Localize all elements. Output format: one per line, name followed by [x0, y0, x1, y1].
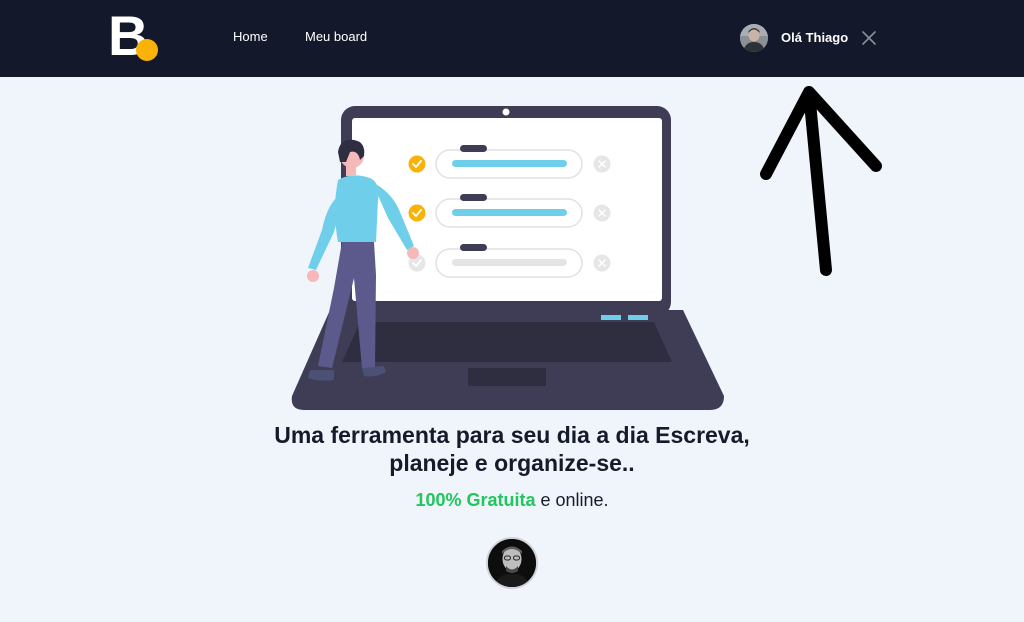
laptop-keyboard: [342, 322, 672, 362]
user-greeting: Olá Thiago: [781, 30, 849, 45]
task-tag: [460, 145, 487, 152]
laptop-key-light: [601, 315, 621, 320]
task-tag: [460, 244, 487, 251]
check-icon: [408, 155, 426, 173]
tagline-rest: e online.: [535, 490, 609, 510]
hero-headline-line1: Uma ferramenta para seu dia a dia Escrev…: [274, 422, 750, 448]
author-avatar-image: [488, 539, 536, 587]
user-avatar[interactable]: [740, 24, 768, 52]
hero-headline: Uma ferramenta para seu dia a dia Escrev…: [200, 421, 824, 477]
check-icon: [408, 204, 426, 222]
nav-link-home[interactable]: Home: [233, 29, 268, 44]
task-bar: [452, 259, 567, 266]
tagline-highlight: 100% Gratuita: [415, 490, 536, 510]
task-bar: [452, 160, 567, 167]
author-avatar: [486, 537, 538, 589]
task-tag: [460, 194, 487, 201]
up-arrow-annotation-icon: [760, 86, 882, 276]
person-at-laptop-checklist-illustration: [291, 106, 724, 410]
top-navbar: B Home Meu board Olá Thiago: [0, 0, 1024, 77]
laptop-key-light: [628, 315, 648, 320]
laptop-trackpad: [468, 368, 546, 386]
close-icon[interactable]: [860, 29, 878, 47]
brand-logo-dot: [136, 39, 158, 61]
user-avatar-image: [740, 24, 768, 52]
task-bar: [452, 209, 567, 216]
brand-logo-icon[interactable]: B: [108, 8, 160, 64]
hero-headline-line2: planeje e organize-se..: [389, 450, 635, 476]
laptop-camera: [502, 108, 510, 116]
hero-tagline: 100% Gratuita e online.: [200, 489, 824, 511]
nav-link-meu-board[interactable]: Meu board: [305, 29, 367, 44]
